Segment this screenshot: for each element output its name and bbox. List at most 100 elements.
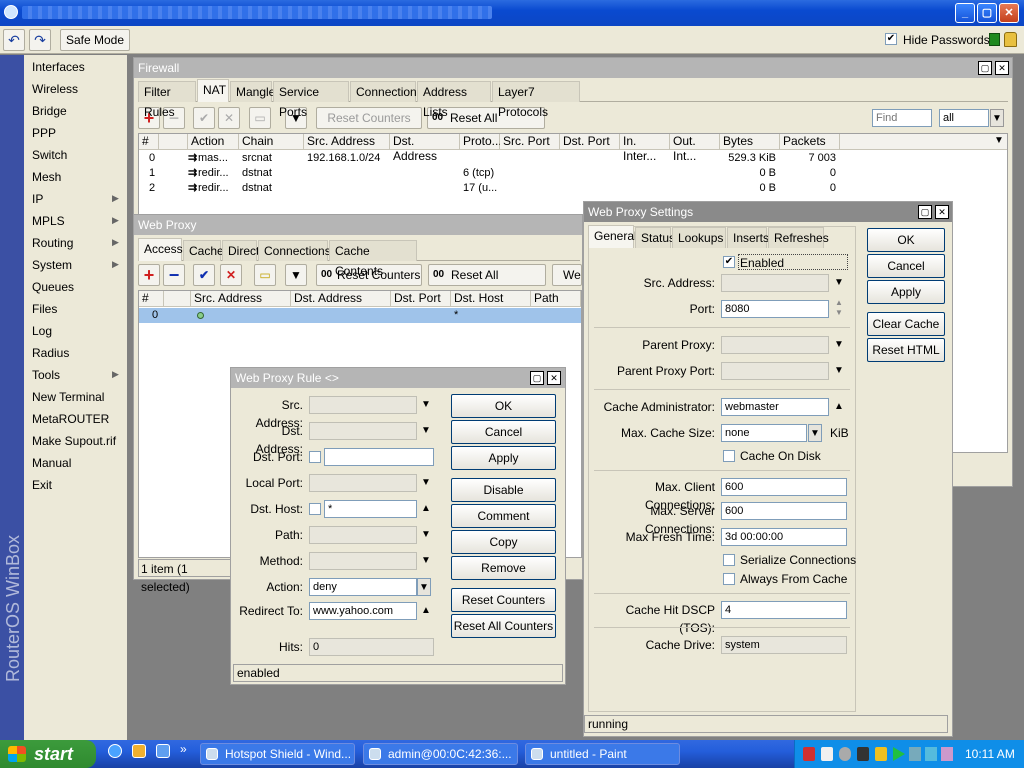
sidebar-item-exit[interactable]: Exit — [32, 475, 52, 495]
rule-method-dropdown-icon[interactable]: ▼ — [419, 552, 433, 570]
sidebar-item-wireless[interactable]: Wireless — [32, 79, 78, 99]
rule-dst-port-field[interactable] — [324, 448, 434, 466]
tab-webproxy-cache-contents[interactable]: Cache Contents — [329, 240, 417, 278]
parent-proxy-port-field[interactable] — [721, 362, 829, 380]
port-spinner-icon[interactable]: ▲ ▼ — [832, 298, 846, 317]
messenger-quicklaunch-icon[interactable] — [132, 744, 146, 758]
comment-button[interactable]: ▭ — [249, 107, 271, 129]
rule-ok-button[interactable]: OK — [451, 394, 556, 418]
sidebar-item-ppp[interactable]: PPP — [32, 123, 56, 143]
rule-path-field[interactable] — [309, 526, 417, 544]
tab-firewall-connections[interactable]: Connections — [350, 81, 423, 102]
column-header[interactable]: Dst. Host — [451, 291, 531, 307]
column-header[interactable]: In. Inter... — [620, 134, 670, 163]
tab-firewall-address-lists[interactable]: Address Lists — [417, 81, 491, 119]
settings-close-icon[interactable]: ✕ — [935, 205, 949, 219]
filter-dropdown-icon[interactable]: ▼ — [990, 109, 1004, 127]
serialize-connections-checkbox[interactable] — [723, 554, 735, 566]
rule-local-port-dropdown-icon[interactable]: ▼ — [419, 474, 433, 492]
minimize-button[interactable]: _ — [955, 3, 975, 23]
column-header[interactable]: Src. Port — [500, 134, 560, 150]
max-client-connections-field[interactable]: 600 — [721, 478, 847, 496]
disable-rule-button[interactable]: ✕ — [220, 264, 242, 286]
settings-src-address-field[interactable] — [721, 274, 829, 292]
max-server-connections-field[interactable]: 600 — [721, 502, 847, 520]
rule-disable-button[interactable]: Disable — [451, 478, 556, 502]
filter-icon[interactable]: ▼ — [285, 264, 307, 286]
undo-button[interactable]: ↶ — [3, 29, 25, 51]
find-input[interactable] — [872, 109, 932, 127]
sidebar-item-metarouter[interactable]: MetaROUTER — [32, 409, 109, 429]
rule-dst-host-negate-checkbox[interactable] — [309, 503, 321, 515]
close-button[interactable]: ✕ — [999, 3, 1019, 23]
column-header[interactable] — [159, 134, 188, 150]
sidebar-item-mesh[interactable]: Mesh — [32, 167, 61, 187]
remove-rule-button[interactable]: − — [163, 264, 185, 286]
add-rule-button[interactable]: + — [138, 264, 160, 286]
sidebar-item-bridge[interactable]: Bridge — [32, 101, 67, 121]
tray-misc-icon[interactable] — [941, 747, 953, 761]
cache-hit-dscp-field[interactable]: 4 — [721, 601, 847, 619]
tray-minus-icon[interactable] — [839, 747, 851, 761]
parent-proxy-dropdown-icon[interactable]: ▼ — [832, 336, 846, 354]
tab-firewall-mangle[interactable]: Mangle — [230, 81, 275, 102]
tab-settings-refreshes[interactable]: Refreshes — [768, 227, 829, 248]
rule-path-dropdown-icon[interactable]: ▼ — [419, 526, 433, 544]
taskbar-task-2[interactable]: admin@00:0C:42:36:... — [363, 743, 518, 765]
tab-webproxy-direct[interactable]: Direct — [222, 240, 259, 261]
column-header[interactable]: Src. Address — [304, 134, 390, 150]
tray-connection-icon[interactable] — [909, 747, 921, 761]
column-header[interactable]: Chain — [239, 134, 304, 150]
sidebar-item-switch[interactable]: Switch — [32, 145, 67, 165]
rule-apply-button[interactable]: Apply — [451, 446, 556, 470]
clear-cache-button[interactable]: Clear Cache — [867, 312, 945, 336]
rule-remove-button[interactable]: Remove — [451, 556, 556, 580]
taskbar-task-1[interactable]: Hotspot Shield - Wind... — [200, 743, 355, 765]
max-fresh-time-field[interactable]: 3d 00:00:00 — [721, 528, 847, 546]
column-header[interactable]: Src. Address — [191, 291, 291, 307]
rule-method-field[interactable] — [309, 552, 417, 570]
redo-button[interactable]: ↷ — [29, 29, 51, 51]
settings-cancel-button[interactable]: Cancel — [867, 254, 945, 278]
settings-maximize-icon[interactable]: ▢ — [918, 205, 932, 219]
tab-webproxy-connections[interactable]: Connections — [258, 240, 331, 261]
tab-settings-status[interactable]: Status — [635, 227, 675, 248]
column-header[interactable]: Dst. Address — [291, 291, 391, 307]
tab-settings-general[interactable]: General — [588, 225, 637, 248]
columns-dropdown-icon[interactable]: ▼ — [994, 135, 1004, 146]
settings-ok-button[interactable]: OK — [867, 228, 945, 252]
parent-proxy-port-dropdown-icon[interactable]: ▼ — [832, 362, 846, 380]
column-header[interactable]: Packets — [780, 134, 840, 150]
max-cache-size-dropdown-icon[interactable]: ▼ — [808, 424, 822, 442]
sidebar-item-system[interactable]: System — [32, 255, 72, 275]
sidebar-item-log[interactable]: Log — [32, 321, 52, 341]
disable-rule-button[interactable]: ✕ — [218, 107, 240, 129]
start-button[interactable]: start — [0, 740, 96, 768]
column-header[interactable]: Action — [188, 134, 239, 150]
tab-firewall-service-ports[interactable]: Service Ports — [273, 81, 349, 119]
rule-maximize-icon[interactable]: ▢ — [530, 371, 544, 385]
sidebar-item-mpls[interactable]: MPLS — [32, 211, 65, 231]
rule-src-address-field[interactable] — [309, 396, 417, 414]
rule-action-select[interactable]: deny — [309, 578, 417, 596]
table-row-selected[interactable] — [139, 308, 581, 323]
wp-reset-all-counters-button[interactable]: 00Reset All Counters — [428, 264, 546, 302]
tray-shield-icon[interactable] — [803, 747, 815, 761]
enable-rule-button[interactable]: ✔ — [193, 107, 215, 129]
filter-select[interactable]: all — [939, 109, 989, 127]
settings-apply-button[interactable]: Apply — [867, 280, 945, 304]
column-header[interactable]: Out. Int... — [670, 134, 720, 163]
always-from-cache-checkbox[interactable] — [723, 573, 735, 585]
column-header[interactable]: # — [139, 291, 164, 307]
rule-redirect-collapse-icon[interactable]: ▲ — [419, 602, 433, 620]
tray-app-icon[interactable] — [821, 747, 833, 761]
sidebar-item-interfaces[interactable]: Interfaces — [32, 57, 85, 77]
rule-dst-address-dropdown-icon[interactable]: ▼ — [419, 422, 433, 440]
rule-reset-counters-button[interactable]: Reset Counters — [451, 588, 556, 612]
quicklaunch-expand-icon[interactable]: » — [180, 742, 187, 756]
media-quicklaunch-icon[interactable] — [156, 744, 170, 758]
column-header[interactable] — [164, 291, 191, 307]
rule-copy-button[interactable]: Copy — [451, 530, 556, 554]
column-header[interactable]: Dst. Address — [390, 134, 460, 163]
cache-administrator-field[interactable]: webmaster — [721, 398, 829, 416]
